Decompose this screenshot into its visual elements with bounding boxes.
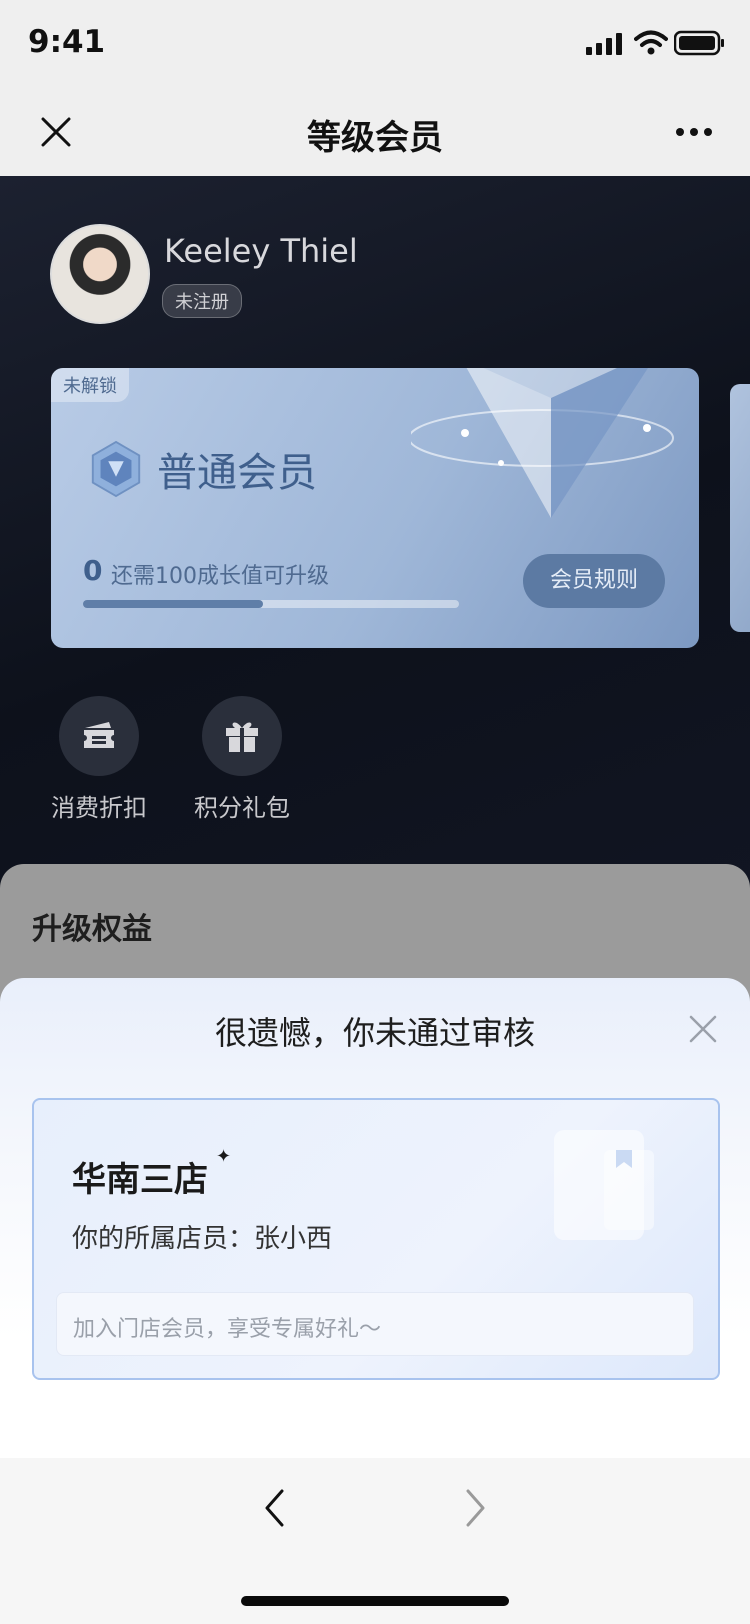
close-icon[interactable] (686, 1012, 720, 1046)
progress-bar (83, 600, 459, 608)
paper-plane-icon (411, 368, 674, 518)
store-card: 华南三店 ✦ 你的所属店员：张小西 加入门店会员，享受专属好礼～ (32, 1098, 720, 1380)
sparkle-icon: ✦ (216, 1146, 232, 1167)
invite-message: 加入门店会员，享受专属好礼～ (56, 1292, 694, 1356)
lock-tag: 未解锁 (51, 368, 129, 402)
store-name: 华南三店 (72, 1160, 208, 1200)
chevron-right-icon[interactable] (464, 1488, 488, 1528)
user-name: Keeley Thiel (164, 232, 358, 270)
wifi-icon (634, 30, 668, 55)
quick-entry-discount[interactable]: 消费折扣 (39, 696, 159, 823)
section-title: 升级权益 (32, 912, 152, 947)
status-badge: 未注册 (162, 284, 242, 318)
page-title: 等级会员 (307, 118, 443, 158)
status-bar: 9:41 (0, 0, 750, 88)
signal-icon (586, 33, 622, 55)
invite-hint: 加入门店会员，享受专属好礼～ (73, 1317, 382, 1342)
gift-icon (202, 696, 282, 776)
nav-bar: 等级会员 (0, 88, 750, 176)
quick-entry-label: 积分礼包 (194, 794, 290, 822)
level-name: 普通会员 (157, 450, 317, 496)
next-level-card[interactable] (730, 384, 750, 632)
quick-entry-label: 消费折扣 (51, 794, 147, 822)
level-badge-icon (91, 440, 141, 498)
upgrade-hint: 还需100成长值可升级 (111, 564, 329, 589)
store-staff: 你的所属店员：张小西 (72, 1224, 333, 1254)
ticket-icon (59, 696, 139, 776)
member-rules-button[interactable]: 会员规则 (523, 554, 665, 608)
status-time: 9:41 (28, 24, 106, 60)
quick-entry-gift[interactable]: 积分礼包 (182, 696, 302, 823)
sheet-title: 很遗憾，你未通过审核 (214, 1014, 535, 1052)
battery-icon (674, 30, 724, 56)
home-indicator (241, 1596, 509, 1606)
avatar[interactable] (50, 224, 150, 324)
document-icon (554, 1130, 654, 1240)
more-icon[interactable] (674, 126, 714, 138)
growth-value: 0 (83, 554, 103, 587)
chevron-left-icon[interactable] (262, 1488, 286, 1528)
progress-fill (83, 600, 264, 608)
member-card[interactable]: 未解锁 普通会员 0 还需100成长值可升级 会员规则 (51, 368, 699, 648)
